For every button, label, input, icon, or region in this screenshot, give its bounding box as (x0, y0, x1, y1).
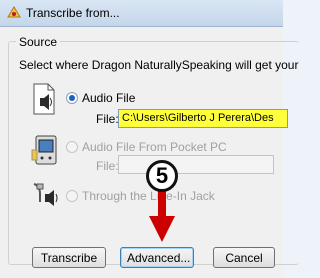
window-title: Transcribe from... (26, 6, 120, 20)
dragon-app-icon (6, 5, 22, 24)
line-in-jack-radio[interactable] (66, 190, 78, 202)
pocket-pc-radio[interactable] (66, 141, 78, 153)
source-group-label: Source (16, 35, 61, 49)
pocket-pc-icon (30, 132, 62, 171)
audio-file-field-label: File: (96, 112, 119, 126)
audio-file-path-input[interactable]: C:\Users\Gilberto J Perera\Des (118, 109, 288, 128)
pocket-pc-path-input[interactable] (118, 155, 274, 174)
pocket-pc-field-label: File: (96, 159, 119, 173)
audio-file-label[interactable]: Audio File (82, 91, 135, 105)
cancel-button[interactable]: Cancel (213, 247, 275, 268)
speaker-file-icon (30, 82, 60, 121)
pocket-pc-label[interactable]: Audio File From Pocket PC (82, 140, 227, 154)
audio-file-radio[interactable] (66, 92, 78, 104)
advanced-button[interactable]: Advanced... (120, 247, 194, 268)
line-in-jack-icon (30, 180, 62, 215)
title-bar: Transcribe from... (0, 0, 283, 27)
transcribe-button[interactable]: Transcribe (32, 247, 106, 268)
step-number-badge: 5 (146, 160, 178, 192)
source-instruction: Select where Dragon NaturallySpeaking wi… (19, 58, 299, 72)
down-arrow-icon (149, 190, 175, 245)
